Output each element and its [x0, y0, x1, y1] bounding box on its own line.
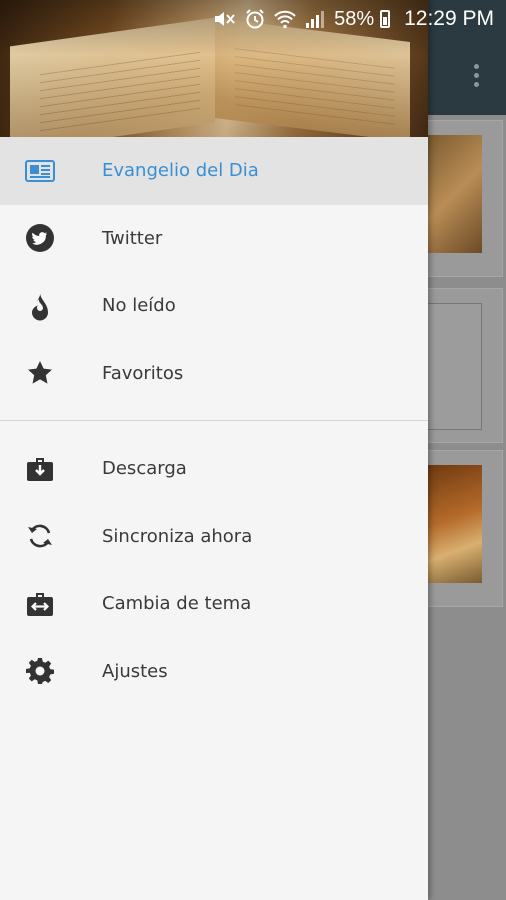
navigation-drawer: Evangelio del Dia Twitter No leído Favor… — [0, 0, 428, 900]
overflow-menu-button[interactable] — [464, 60, 488, 90]
menu-item-twitter[interactable]: Twitter — [0, 205, 428, 273]
alarm-icon — [242, 8, 268, 30]
menu-item-ajustes[interactable]: Ajustes — [0, 638, 428, 706]
wifi-icon — [272, 8, 298, 30]
download-case-icon — [24, 453, 56, 485]
menu-item-evangelio-del-dia[interactable]: Evangelio del Dia — [0, 137, 428, 205]
twitter-icon — [24, 222, 56, 254]
menu-item-label: Descarga — [102, 458, 187, 480]
battery-percent: 58% — [334, 7, 375, 30]
battery-icon — [380, 10, 391, 28]
news-icon — [24, 155, 56, 187]
menu-item-sincroniza-ahora[interactable]: Sincroniza ahora — [0, 503, 428, 571]
menu-item-label: No leído — [102, 295, 176, 317]
menu-item-no-leido[interactable]: No leído — [0, 272, 428, 340]
article-thumbnail — [425, 303, 482, 430]
menu-item-label: Twitter — [102, 227, 163, 249]
signal-icon — [302, 8, 328, 30]
menu-item-label: Sincroniza ahora — [102, 525, 253, 547]
menu-item-favoritos[interactable]: Favoritos — [0, 340, 428, 408]
star-icon — [24, 357, 56, 389]
status-bar: 58% 12:29 PM — [0, 0, 506, 38]
menu-item-label: Cambia de tema — [102, 593, 252, 615]
menu-item-label: Favoritos — [102, 362, 184, 384]
article-thumbnail — [427, 135, 482, 253]
flame-icon — [24, 290, 56, 322]
menu-divider — [0, 420, 428, 421]
article-thumbnail — [427, 465, 482, 583]
swap-case-icon — [24, 588, 56, 620]
mute-icon — [212, 8, 238, 30]
sync-icon — [24, 520, 56, 552]
menu-item-label: Ajustes — [102, 660, 168, 682]
clock: 12:29 PM — [404, 7, 494, 30]
menu-item-label: Evangelio del Dia — [102, 160, 259, 182]
drawer-menu: Evangelio del Dia Twitter No leído Favor… — [0, 137, 428, 705]
menu-item-cambia-de-tema[interactable]: Cambia de tema — [0, 570, 428, 638]
gear-icon — [24, 655, 56, 687]
menu-item-descarga[interactable]: Descarga — [0, 435, 428, 503]
